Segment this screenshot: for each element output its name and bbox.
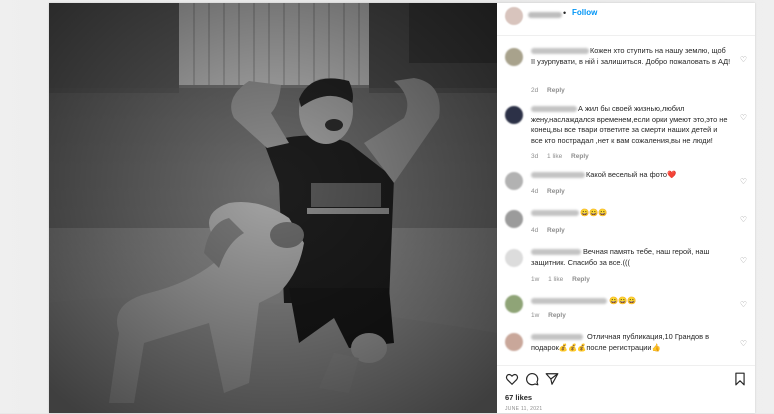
commenter-avatar[interactable]	[505, 106, 523, 124]
comment-text: Какой веселый на фото❤️	[586, 170, 677, 179]
author-username[interactable]	[528, 12, 562, 18]
comment-time: 4d	[531, 188, 539, 195]
photo-image	[49, 3, 497, 413]
comment-text: 😀😀😀	[580, 208, 608, 217]
separator-dot: •	[563, 8, 567, 18]
reply-link[interactable]: Reply	[547, 87, 565, 94]
comment-icon[interactable]	[525, 372, 539, 386]
like-comment-icon[interactable]: ♡	[739, 113, 748, 122]
comment-meta: 3d 1 like Reply	[531, 153, 596, 160]
comment-time: 4d	[531, 227, 539, 234]
comment-meta: 4d Reply	[531, 227, 572, 234]
reply-link[interactable]: Reply	[571, 153, 589, 160]
comment-text: А жил бы своей жизнью,любил жену,наслажд…	[531, 104, 728, 145]
comment-meta: 2d Reply	[531, 87, 572, 94]
commenter-avatar[interactable]	[505, 249, 523, 267]
reply-link[interactable]: Reply	[548, 312, 566, 319]
reply-link[interactable]: Reply	[572, 276, 590, 283]
comment-meta: 4d Reply	[531, 188, 572, 195]
commenter-avatar[interactable]	[505, 210, 523, 228]
like-count[interactable]: 67 likes	[505, 393, 532, 402]
comment-text: Кожен хто ступить на нашу землю, щоб її …	[531, 46, 731, 66]
follow-button[interactable]: Follow	[572, 8, 597, 17]
post-header: • Follow	[497, 3, 755, 36]
comments-panel: • Follow Кожен хто ступить на нашу землю…	[497, 3, 755, 413]
comment-likes[interactable]: 1 like	[548, 276, 563, 283]
like-comment-icon[interactable]: ♡	[739, 55, 748, 64]
comment-likes[interactable]: 1 like	[547, 153, 562, 160]
commenter-avatar[interactable]	[505, 172, 523, 190]
like-comment-icon[interactable]: ♡	[739, 300, 748, 309]
comment-text: Отличная публикация,10 Грандов в подарок…	[531, 332, 710, 352]
like-comment-icon[interactable]: ♡	[739, 256, 748, 265]
commenter-avatar[interactable]	[505, 48, 523, 66]
like-comment-icon[interactable]: ♡	[739, 177, 748, 186]
post-photo[interactable]	[49, 3, 497, 413]
comment-text: Вечная память тебе, наш герой, наш защит…	[531, 247, 710, 267]
comment-time: 2d	[531, 87, 539, 94]
heart-icon[interactable]	[505, 372, 519, 386]
comment-time: 3d	[531, 153, 539, 160]
comment-text: 😀😀😀	[609, 296, 637, 305]
post-actions: 67 likes JUNE 11, 2021	[497, 365, 755, 414]
instagram-post: • Follow Кожен хто ступить на нашу землю…	[49, 3, 755, 413]
comment-meta: 1w Reply	[531, 312, 573, 319]
share-icon[interactable]	[545, 372, 559, 386]
commenter-avatar[interactable]	[505, 295, 523, 313]
bookmark-icon[interactable]	[733, 372, 747, 386]
comment-time: 1w	[531, 276, 540, 283]
reply-link[interactable]: Reply	[547, 188, 565, 195]
commenter-avatar[interactable]	[505, 333, 523, 351]
like-comment-icon[interactable]: ♡	[739, 339, 748, 348]
comment-time: 1w	[531, 312, 540, 319]
like-comment-icon[interactable]: ♡	[739, 215, 748, 224]
author-avatar[interactable]	[505, 7, 523, 25]
reply-link[interactable]: Reply	[547, 227, 565, 234]
comment-meta: 1w 1 like Reply	[531, 276, 597, 283]
post-date: JUNE 11, 2021	[505, 406, 543, 412]
